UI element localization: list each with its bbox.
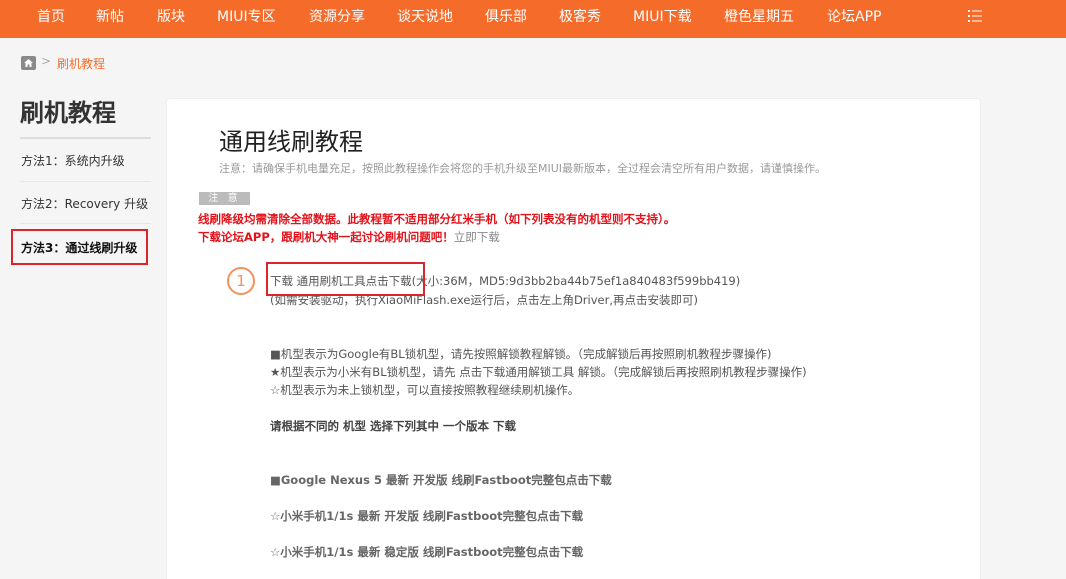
nav-miui-download[interactable]: MIUI下载 (633, 0, 692, 38)
step-number-badge: 1 (227, 267, 255, 295)
notice-badge: 注 意 (199, 192, 250, 205)
notice-text: 注意：请确保手机电量充足，按照此教程操作会将您的手机升级至MIUI最新版本，全过… (219, 162, 827, 175)
sidebar-title: 刷机教程 (20, 99, 116, 127)
breadcrumb-current[interactable]: 刷机教程 (57, 55, 105, 72)
sidebar-divider (20, 223, 151, 224)
nav-forum-app[interactable]: 论坛APP (827, 0, 881, 38)
breadcrumb-separator: > (41, 54, 52, 68)
nav-home[interactable]: 首页 (37, 0, 65, 38)
sidebar-divider (20, 137, 151, 139)
lock-note-suffix: 解锁。（完成解锁后再按照刷机教程步骤操作) (542, 347, 772, 361)
nav-orange-friday[interactable]: 橙色星期五 (724, 0, 794, 38)
download-link-mi1-stable[interactable]: ☆小米手机1/1s 最新 稳定版 线刷Fastboot完整包点击下载 (270, 544, 583, 560)
top-nav: 首页 新帖 版块 MIUI专区 资源分享 谈天说地 俱乐部 极客秀 MIUI下载… (0, 0, 1066, 38)
nav-chat[interactable]: 谈天说地 (397, 0, 453, 38)
lock-note-prefix: ★机型表示为小米有BL锁机型，请先 (270, 365, 460, 379)
menu-list-icon[interactable] (968, 9, 982, 23)
lock-note-xiaomi: ★机型表示为小米有BL锁机型，请先 点击下载通用解锁工具 解锁。（完成解锁后再按… (270, 364, 807, 380)
app-promo-text: 下载论坛APP，跟刷机大神一起讨论刷机问题吧！ (198, 230, 454, 244)
nav-new-posts[interactable]: 新帖 (96, 0, 124, 38)
lock-note-suffix: 解锁。（完成解锁后再按照刷机教程步骤操作) (574, 365, 807, 379)
nav-miui-zone[interactable]: MIUI专区 (217, 0, 276, 38)
nav-geek-show[interactable]: 极客秀 (559, 0, 601, 38)
nav-club[interactable]: 俱乐部 (485, 0, 527, 38)
unlock-tool-download-link[interactable]: 点击下载通用解锁工具 (459, 365, 574, 379)
lock-note-unlocked: ☆机型表示为未上锁机型，可以直接按照教程继续刷机操作。 (270, 383, 580, 397)
nav-resources[interactable]: 资源分享 (309, 0, 365, 38)
sidebar-item-method-1[interactable]: 方法1：系统内升级 (21, 152, 151, 169)
home-icon[interactable] (21, 56, 36, 70)
app-promo: 下载论坛APP，跟刷机大神一起讨论刷机问题吧！立即下载 (198, 229, 500, 245)
tool-link-highlight-box (266, 262, 425, 296)
sidebar-item-method-2[interactable]: 方法2：Recovery 升级 (21, 195, 151, 212)
step-suffix: (大小:36M，MD5:9d3bb2ba44b75ef1a840483f599b… (411, 274, 741, 288)
choose-version-heading: 请根据不同的 机型 选择下列其中 一个版本 下载 (270, 419, 517, 433)
lock-note-google: ■机型表示为Google有BL锁机型，请先按照解锁教程解锁。（完成解锁后再按照刷… (270, 346, 771, 362)
sidebar-divider (20, 181, 151, 182)
lock-note-prefix: ■机型表示为Google有BL锁机型，请先按照 (270, 347, 497, 361)
download-link-nexus5-dev[interactable]: ■Google Nexus 5 最新 开发版 线刷Fastboot完整包点击下载 (270, 472, 612, 488)
page-title: 通用线刷教程 (219, 128, 363, 156)
sidebar-item-method-3[interactable]: 方法3：通过线刷升级 (21, 239, 151, 256)
download-app-link[interactable]: 立即下载 (454, 230, 500, 244)
unlock-tutorial-link[interactable]: 解锁教程 (497, 347, 543, 361)
download-link-mi1-dev[interactable]: ☆小米手机1/1s 最新 开发版 线刷Fastboot完整包点击下载 (270, 508, 583, 524)
nav-boards[interactable]: 版块 (157, 0, 185, 38)
warning-text: 线刷降级均需清除全部数据。此教程暂不适用部分红米手机（如下列表没有的机型则不支持… (198, 212, 676, 226)
